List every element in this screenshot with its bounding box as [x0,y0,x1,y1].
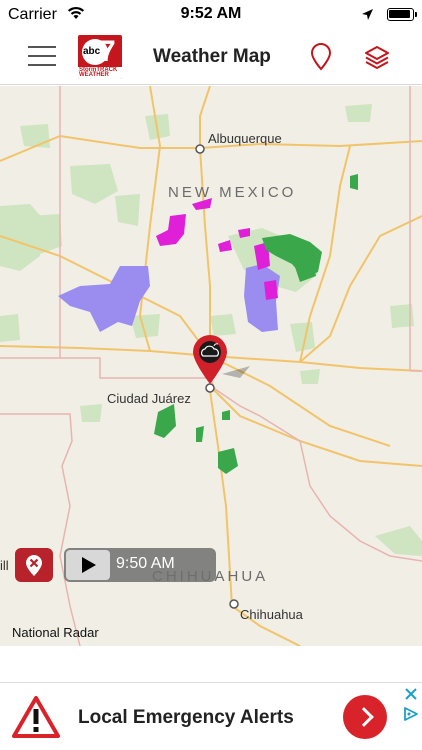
ad-go-button[interactable] [343,695,387,739]
weather-map[interactable]: Albuquerque NEW MEXICO Ciudad Juárez CHI… [0,86,422,646]
weather-marker [193,335,250,384]
location-arrow-icon [362,9,373,20]
radar-player: 9:50 AM [64,548,216,582]
nav-bar: abc 7 StormTRACK WEATHER Weather Map [0,30,422,85]
close-icon[interactable] [402,685,420,703]
play-button[interactable] [66,550,110,580]
partial-map-label: ill [0,558,9,573]
warning-icon [12,696,60,738]
ad-text: Local Emergency Alerts [78,707,294,728]
city-label-chihuahua: Chihuahua [240,607,303,622]
clock: 9:52 AM [180,5,242,22]
ad-choices-icon[interactable] [402,705,420,723]
logo-subtext: StormTRACK WEATHER [79,67,118,78]
menu-button[interactable] [28,44,58,68]
layers-button[interactable] [364,44,390,70]
station-logo: abc 7 StormTRACK WEATHER [78,35,122,79]
location-pin-button[interactable] [308,43,334,71]
dismiss-alert-button[interactable] [15,548,53,582]
radar-purple [58,264,280,332]
close-pin-icon [26,555,42,576]
city-label-ciudad-juarez: Ciudad Juárez [107,391,191,406]
page-title: Weather Map [153,46,271,67]
city-dots [195,144,239,609]
logo-seven-text: 7 [99,35,116,68]
city-label-albuquerque: Albuquerque [208,131,282,146]
logo-abc-text: abc [83,46,101,57]
legend-title: National Radar [12,625,99,640]
battery-icon [387,8,417,21]
ad-banner[interactable]: Local Emergency Alerts [0,682,422,750]
radar-timestamp: 9:50 AM [116,555,175,572]
status-bar: Carrier 9:52 AM [0,0,422,30]
state-label-new-mexico: NEW MEXICO [168,184,297,201]
